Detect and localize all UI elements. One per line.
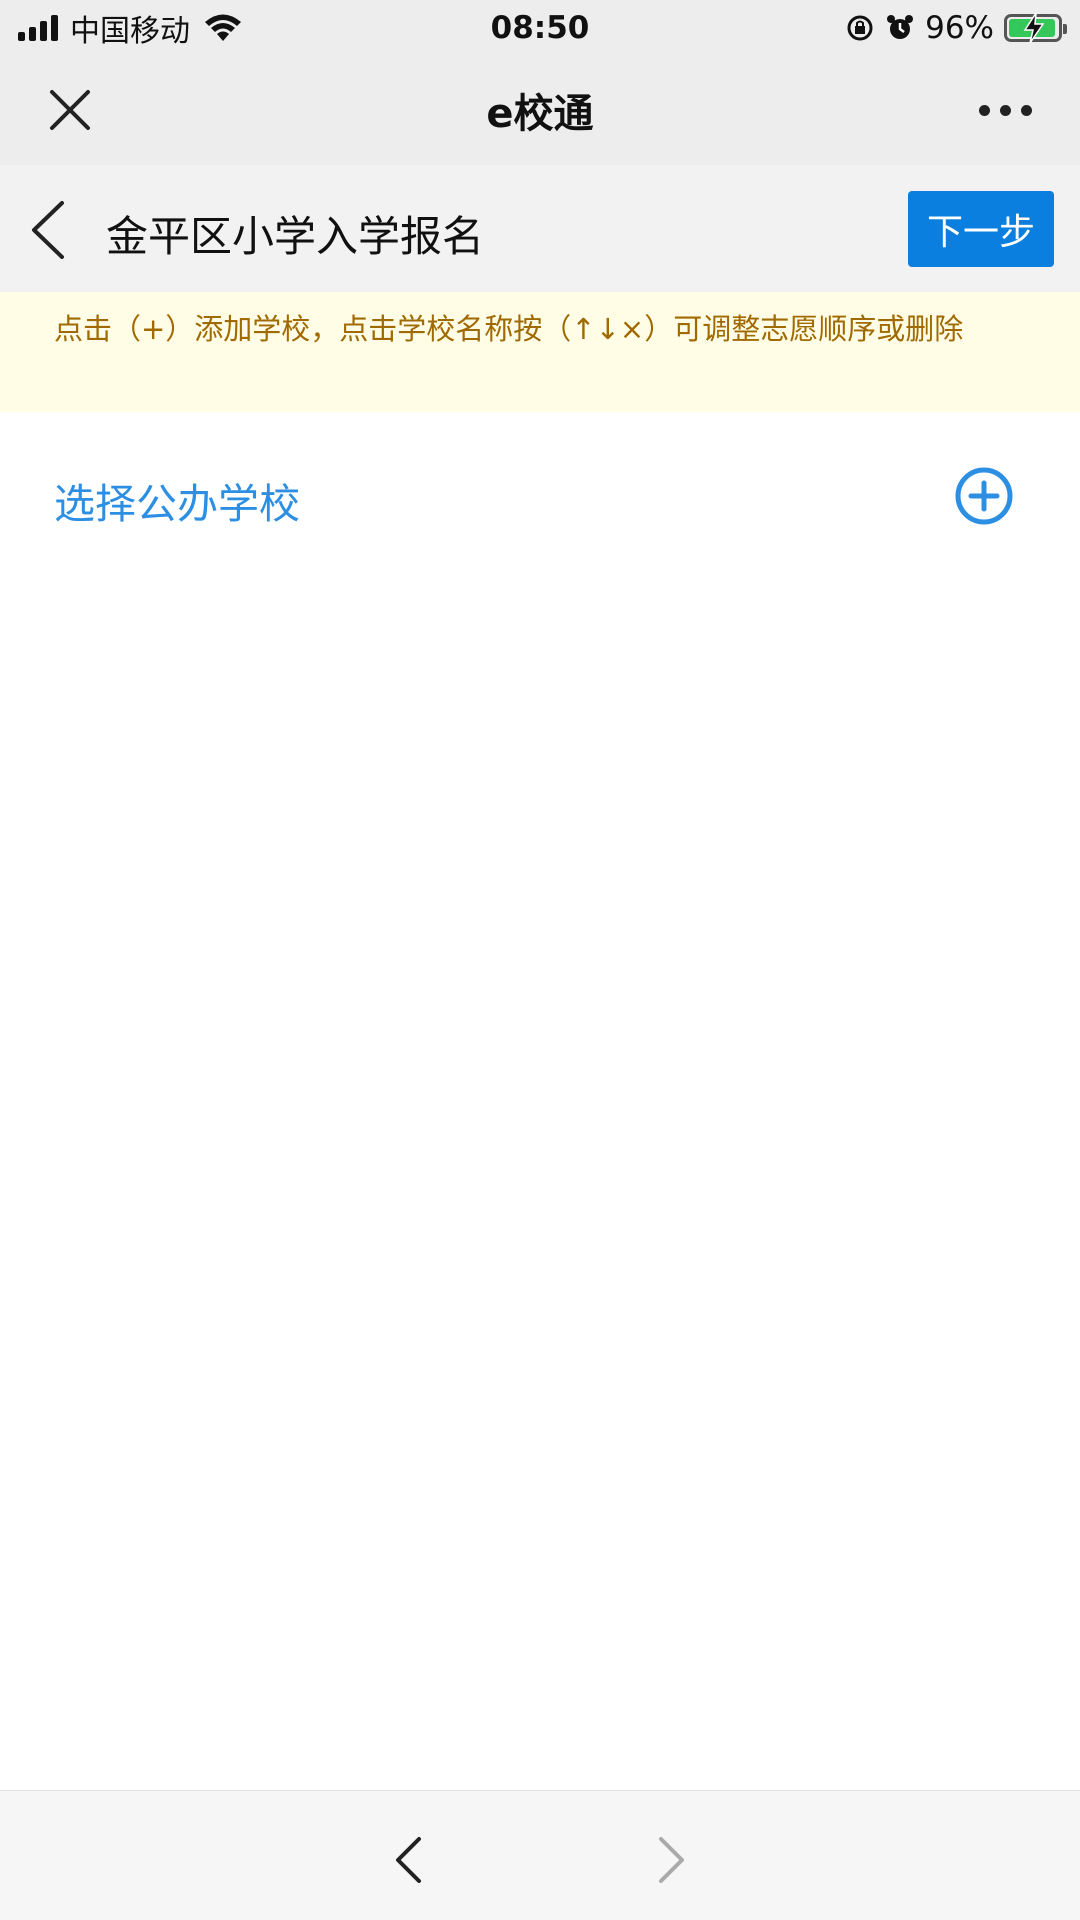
wechat-header: e校通	[0, 55, 1080, 165]
alarm-icon	[887, 14, 914, 39]
more-icon[interactable]	[979, 105, 1032, 116]
select-school-row[interactable]: 选择公办学校	[0, 450, 1080, 540]
carrier-name: 中国移动	[70, 13, 190, 49]
add-circle-icon[interactable]	[954, 466, 1014, 526]
wechat-title: e校通	[486, 91, 594, 137]
close-icon[interactable]	[48, 88, 92, 132]
status-right: 96%	[845, 9, 1067, 46]
page-title: 金平区小学入学报名	[106, 212, 485, 261]
back-icon[interactable]	[28, 199, 68, 261]
bottom-nav-bar	[0, 1790, 1080, 1920]
nav-forward-icon[interactable]	[656, 1835, 688, 1885]
charging-bolt-icon	[1023, 12, 1045, 43]
next-step-button[interactable]: 下一步	[908, 191, 1054, 267]
wifi-icon	[205, 14, 241, 41]
notice-text: 点击（+）添加学校，点击学校名称按（↑↓×）可调整志愿顺序或删除	[54, 312, 964, 346]
status-bar: 中国移动 08:50 96%	[0, 0, 1080, 55]
status-left: 中国移动	[18, 6, 244, 50]
nav-back-icon[interactable]	[392, 1835, 424, 1885]
rotation-lock-icon	[847, 15, 873, 40]
battery-icon	[1004, 12, 1067, 43]
signal-icon	[18, 14, 58, 41]
select-school-label[interactable]: 选择公办学校	[54, 470, 300, 530]
battery-percent: 96%	[925, 9, 994, 46]
instruction-notice: 点击（+）添加学校，点击学校名称按（↑↓×）可调整志愿顺序或删除	[0, 292, 1080, 412]
page-header: 金平区小学入学报名 下一步	[0, 165, 1080, 292]
